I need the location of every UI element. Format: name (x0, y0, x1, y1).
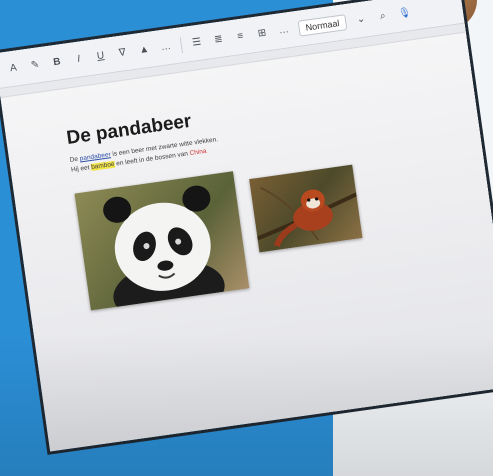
table-icon[interactable]: ⊞ (254, 27, 269, 40)
numbered-list-icon[interactable]: ≡ (233, 30, 248, 43)
align-icon[interactable]: ☰ (189, 36, 204, 49)
text-color-icon[interactable]: A (6, 62, 21, 75)
more-options-icon[interactable]: … (276, 24, 291, 37)
underline-button[interactable]: U (93, 50, 108, 63)
toolbar-divider (179, 36, 183, 53)
red-panda-image[interactable] (249, 164, 363, 253)
panda-image[interactable] (74, 171, 250, 311)
italic-button[interactable]: I (71, 53, 86, 66)
document-body[interactable]: De pandabeer De pandabeer is een beer me… (65, 82, 398, 175)
editor-toolbar: A ✎ B I U ∇ ▲ … ☰ ≣ ≡ ⊞ … Normaal ⌄ ⌕ 🎙 (0, 0, 465, 90)
chevron-down-icon[interactable]: ⌄ (353, 13, 368, 26)
red-word[interactable]: China (189, 148, 207, 157)
line2-text-a: Hij eet (70, 164, 92, 174)
bold-button[interactable]: B (49, 56, 64, 69)
highlighted-word[interactable]: bamboe (90, 160, 116, 171)
search-icon[interactable]: ⌕ (375, 10, 390, 23)
photo-stage: A ✎ B I U ∇ ▲ … ☰ ≣ ≡ ⊞ … Normaal ⌄ ⌕ 🎙 … (0, 0, 493, 476)
font-color-icon[interactable]: ▲ (136, 44, 151, 57)
red-panda-illustration (256, 186, 358, 248)
more-options-icon[interactable]: … (158, 40, 173, 53)
microphone-icon[interactable]: 🎙 (397, 7, 412, 20)
bullet-list-icon[interactable]: ≣ (211, 33, 226, 46)
paragraph-style-select[interactable]: Normaal (297, 13, 348, 37)
strikethrough-button[interactable]: ∇ (115, 47, 130, 60)
paint-icon[interactable]: ✎ (28, 59, 43, 72)
laptop-screen: A ✎ B I U ∇ ▲ … ☰ ≣ ≡ ⊞ … Normaal ⌄ ⌕ 🎙 … (0, 0, 493, 452)
panda-illustration (103, 185, 225, 311)
